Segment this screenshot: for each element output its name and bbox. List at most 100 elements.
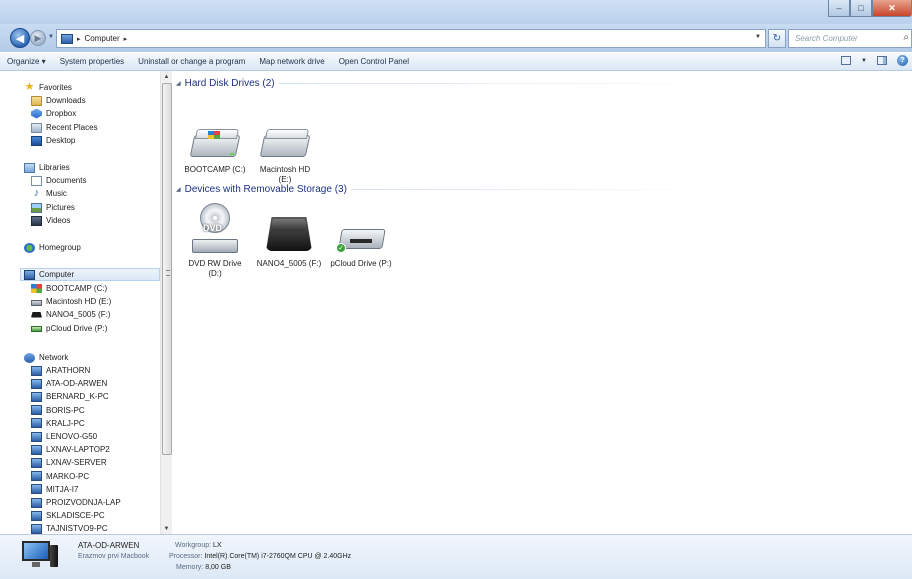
network-computer-icon bbox=[31, 365, 42, 376]
network-computer-label: BERNARD_K-PC bbox=[46, 392, 109, 402]
breadcrumb-computer[interactable]: Computer bbox=[85, 34, 120, 43]
help-icon[interactable]: ? bbox=[897, 55, 908, 66]
network-computer-icon bbox=[31, 444, 42, 455]
network-computer-item[interactable]: MARKO-PC bbox=[31, 470, 89, 483]
drive-tile-nano[interactable]: NANO4_5005 (F:) bbox=[256, 213, 322, 269]
content-pane: ◢ Hard Disk Drives (2) BOOTCAMP (C:) Mac… bbox=[172, 71, 912, 534]
preview-pane-icon[interactable] bbox=[877, 56, 887, 65]
nav-documents[interactable]: Documents bbox=[31, 174, 86, 187]
recent-pages-dropdown[interactable]: ▼ bbox=[48, 34, 54, 40]
network-computer-label: BORIS-PC bbox=[46, 405, 85, 415]
maximize-button[interactable]: □ bbox=[850, 0, 872, 17]
network-computer-item[interactable]: TAJNISTVO9-PC bbox=[31, 522, 108, 534]
back-button[interactable]: ◀ bbox=[10, 28, 30, 48]
network-computer-item[interactable]: ATA-OD-ARWEN bbox=[31, 377, 107, 390]
title-bar: – □ ✕ bbox=[0, 0, 912, 24]
drive-letter: (D:) bbox=[208, 269, 222, 278]
workgroup-value: LX bbox=[213, 542, 222, 549]
nav-music[interactable]: ♪ Music bbox=[31, 187, 67, 200]
drive-tile-pcloud[interactable]: ✓ pCloud Drive (P:) bbox=[328, 213, 394, 269]
collapse-arrow-icon[interactable]: ◢ bbox=[176, 80, 181, 87]
navigation-scrollbar[interactable]: ▲ ▼ bbox=[160, 71, 172, 534]
network-computer-label: LENOVO-G50 bbox=[46, 432, 98, 441]
search-icon[interactable]: ⌕ bbox=[903, 32, 909, 43]
nav-network[interactable]: Network bbox=[24, 351, 68, 364]
nav-libraries[interactable]: Libraries bbox=[24, 161, 70, 174]
nav-pcloud[interactable]: pCloud Drive (P:) bbox=[31, 322, 107, 335]
search-input[interactable]: Search Computer ⌕ bbox=[788, 29, 912, 48]
nav-nano[interactable]: NANO4_5005 (F:) bbox=[31, 308, 110, 321]
network-computer-item[interactable]: PROIZVODNJA-LAP bbox=[31, 496, 121, 509]
drive-tile-dvd[interactable]: DVD DVD RW Drive (D:) bbox=[182, 203, 248, 279]
network-icon bbox=[24, 352, 35, 363]
documents-icon bbox=[31, 175, 42, 186]
nav-computer[interactable]: Computer bbox=[20, 268, 160, 281]
dvd-disc-label: DVD bbox=[203, 223, 223, 233]
system-properties-button[interactable]: System properties bbox=[53, 57, 131, 66]
star-icon: ★ bbox=[24, 81, 35, 93]
nav-homegroup[interactable]: Homegroup bbox=[24, 241, 81, 254]
view-controls: ▼ ? bbox=[841, 55, 908, 66]
network-computer-icon bbox=[31, 405, 42, 416]
memory-value: 8,00 GB bbox=[205, 564, 231, 571]
nav-desktop[interactable]: Desktop bbox=[31, 134, 75, 147]
nav-downloads[interactable]: Downloads bbox=[31, 94, 86, 107]
nav-pictures[interactable]: Pictures bbox=[31, 201, 75, 214]
network-computer-item[interactable]: BERNARD_K-PC bbox=[31, 390, 109, 403]
forward-button[interactable]: ▶ bbox=[30, 30, 46, 46]
network-computer-item[interactable]: LENOVO-G50 bbox=[31, 430, 97, 443]
refresh-button[interactable]: ↻ bbox=[768, 29, 786, 48]
network-computer-label: SKLADISCE-PC bbox=[46, 511, 105, 521]
videos-icon bbox=[31, 215, 42, 226]
computer-icon bbox=[22, 541, 58, 571]
scroll-down-arrow-icon[interactable]: ▼ bbox=[161, 523, 172, 534]
memory-row: Memory: 8,00 GB bbox=[176, 564, 231, 571]
scrollbar-thumb[interactable] bbox=[162, 83, 172, 455]
removable-storage-group[interactable]: ◢ Devices with Removable Storage (3) bbox=[176, 184, 711, 195]
scroll-up-arrow-icon[interactable]: ▲ bbox=[161, 71, 172, 82]
network-computer-item[interactable]: MITJA-I7 bbox=[31, 483, 78, 496]
hard-disk-drives-group[interactable]: ◢ Hard Disk Drives (2) bbox=[176, 78, 729, 89]
network-computer-label: KRALJ-PC bbox=[46, 418, 85, 428]
hard-drive-icon bbox=[259, 121, 311, 161]
network-computer-icon bbox=[31, 523, 42, 534]
network-computer-item[interactable]: KRALJ-PC bbox=[31, 417, 85, 430]
network-computer-icon bbox=[31, 497, 42, 508]
minimize-button[interactable]: – bbox=[828, 0, 850, 17]
nav-recent-places[interactable]: Recent Places bbox=[31, 121, 98, 134]
nav-favorites[interactable]: ★ Favorites bbox=[24, 81, 72, 94]
address-bar[interactable]: ▸ Computer ▸ ▼ bbox=[56, 29, 766, 48]
close-button[interactable]: ✕ bbox=[872, 0, 912, 17]
nav-bootcamp[interactable]: BOOTCAMP (C:) bbox=[31, 282, 107, 295]
group-title: Hard Disk Drives (2) bbox=[184, 78, 275, 89]
address-history-dropdown-icon[interactable]: ▼ bbox=[755, 34, 761, 40]
drive-tile-bootcamp[interactable]: BOOTCAMP (C:) bbox=[182, 121, 248, 175]
network-computer-item[interactable]: BORIS-PC bbox=[31, 404, 85, 417]
nav-macintosh-hd[interactable]: Macintosh HD (E:) bbox=[31, 295, 111, 308]
nav-dropbox[interactable]: Dropbox bbox=[31, 107, 76, 120]
network-computer-item[interactable]: LXNAV-SERVER bbox=[31, 456, 107, 469]
network-computer-label: PROIZVODNJA-LAP bbox=[46, 498, 121, 507]
map-network-drive-button[interactable]: Map network drive bbox=[252, 57, 331, 66]
open-control-panel-button[interactable]: Open Control Panel bbox=[332, 57, 416, 66]
nav-videos[interactable]: Videos bbox=[31, 214, 70, 227]
collapse-arrow-icon[interactable]: ◢ bbox=[176, 186, 181, 193]
change-view-icon[interactable] bbox=[841, 56, 852, 65]
organize-menu[interactable]: Organize ▾ bbox=[0, 57, 53, 66]
network-computer-icon bbox=[31, 431, 42, 442]
downloads-folder-icon bbox=[31, 95, 42, 106]
group-title: Devices with Removable Storage (3) bbox=[184, 184, 347, 195]
network-computer-item[interactable]: SKLADISCE-PC bbox=[31, 509, 105, 522]
network-computer-item[interactable]: LXNAV-LAPTOP2 bbox=[31, 443, 110, 456]
processor-label: Processor: bbox=[169, 553, 203, 560]
network-computer-label: MARKO-PC bbox=[46, 471, 90, 481]
network-computer-label: TAJNISTVO9-PC bbox=[46, 524, 108, 534]
breadcrumb-separator-icon[interactable]: ▸ bbox=[77, 35, 81, 43]
view-dropdown-icon[interactable]: ▼ bbox=[861, 58, 867, 64]
drive-tile-macintosh-hd[interactable]: Macintosh HD (E:) bbox=[252, 121, 318, 185]
network-computer-item[interactable]: ARATHORN bbox=[31, 364, 90, 377]
breadcrumb-chevron-icon[interactable]: ▸ bbox=[124, 35, 128, 43]
homegroup-icon bbox=[24, 242, 35, 253]
uninstall-program-button[interactable]: Uninstall or change a program bbox=[131, 57, 252, 66]
command-bar: Organize ▾ System properties Uninstall o… bbox=[0, 52, 912, 71]
